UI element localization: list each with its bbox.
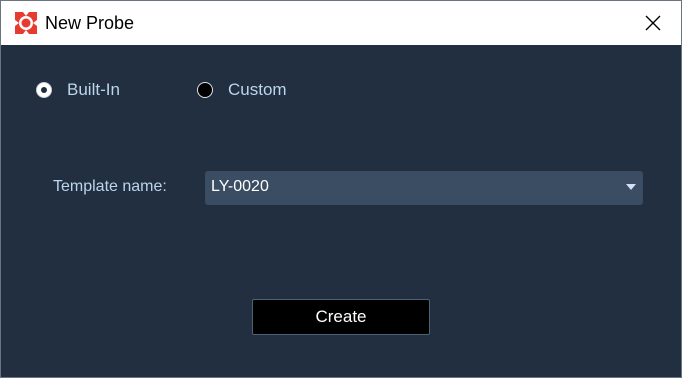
close-icon xyxy=(645,15,661,31)
probe-logo-icon xyxy=(15,12,37,34)
template-name-label: Template name: xyxy=(53,178,167,195)
template-name-value: LY-0020 xyxy=(211,178,269,195)
chevron-down-icon xyxy=(626,184,636,190)
radio-custom[interactable]: Custom xyxy=(197,79,287,101)
radio-built-in[interactable]: Built-In xyxy=(36,79,120,101)
radio-indicator-checked[interactable] xyxy=(36,82,52,98)
new-probe-dialog: New Probe Built-In Custom Template name:… xyxy=(0,0,682,378)
close-button[interactable] xyxy=(625,1,681,45)
create-button[interactable]: Create xyxy=(252,299,430,335)
window-title: New Probe xyxy=(45,13,135,33)
title-bar: New Probe xyxy=(1,1,681,45)
template-name-select[interactable]: LY-0020 xyxy=(205,171,643,205)
radio-custom-label: Custom xyxy=(228,80,287,99)
dialog-body: Built-In Custom Template name: LY-0020 C… xyxy=(1,45,681,377)
radio-built-in-label: Built-In xyxy=(67,80,120,99)
radio-indicator-unchecked[interactable] xyxy=(197,82,213,98)
